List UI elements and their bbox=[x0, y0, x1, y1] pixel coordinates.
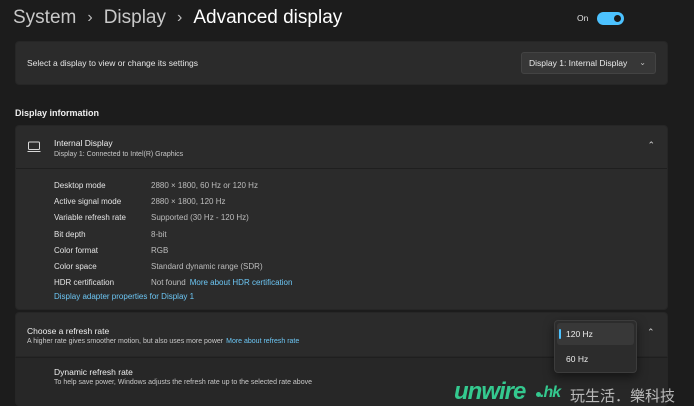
display-info-header[interactable]: Internal Display Display 1: Connected to… bbox=[16, 126, 667, 169]
prop-color-space: Color space Standard dynamic range (SDR) bbox=[54, 259, 292, 275]
prop-value: 2880 × 1800, 120 Hz bbox=[151, 197, 226, 207]
display-select-label: Select a display to view or change its s… bbox=[27, 58, 199, 68]
prop-key: HDR certification bbox=[54, 278, 115, 288]
monitor-icon bbox=[27, 141, 41, 152]
prop-active-signal-mode: Active signal mode 2880 × 1800, 120 Hz bbox=[54, 194, 292, 210]
prop-color-format: Color format RGB bbox=[54, 243, 292, 259]
prop-desktop-mode: Desktop mode 2880 × 1800, 60 Hz or 120 H… bbox=[54, 178, 292, 194]
display-info-card: Internal Display Display 1: Connected to… bbox=[15, 125, 668, 310]
refresh-rate-title: Choose a refresh rate bbox=[27, 326, 110, 336]
prop-hdr-certification: HDR certification Not found More about H… bbox=[54, 275, 292, 291]
page-title: Advanced display bbox=[193, 7, 343, 28]
adapter-properties-link[interactable]: Display adapter properties for Display 1 bbox=[54, 292, 194, 301]
toggle-knob bbox=[614, 15, 621, 22]
prop-key: Desktop mode bbox=[54, 181, 106, 190]
prop-key: Color space bbox=[54, 262, 97, 272]
prop-value: Standard dynamic range (SDR) bbox=[151, 262, 263, 272]
prop-value: RGB bbox=[151, 245, 169, 255]
dynamic-refresh-title: Dynamic refresh rate bbox=[54, 367, 133, 377]
refresh-option-label: 60 Hz bbox=[566, 354, 589, 364]
display-select-row: Select a display to view or change its s… bbox=[15, 41, 668, 85]
section-title: Display information bbox=[15, 108, 100, 118]
prop-value: Not found bbox=[151, 278, 186, 288]
prop-key: Bit depth bbox=[54, 229, 86, 239]
breadcrumb-system[interactable]: System bbox=[13, 7, 76, 29]
hdr-certification-link[interactable]: More about HDR certification bbox=[190, 275, 293, 291]
refresh-option-120[interactable]: 120 Hz bbox=[557, 323, 634, 345]
breadcrumb-separator: › bbox=[87, 9, 93, 26]
watermark: unwire .hk 玩生活．樂科技 bbox=[454, 378, 694, 406]
prop-value: Supported (30 Hz - 120 Hz) bbox=[151, 213, 249, 223]
chevron-up-icon[interactable]: ⌃ bbox=[647, 140, 655, 151]
prop-variable-refresh-rate: Variable refresh rate Supported (30 Hz -… bbox=[54, 210, 292, 226]
watermark-suffix: .hk bbox=[540, 384, 561, 401]
prop-bit-depth: Bit depth 8-bit bbox=[54, 227, 292, 243]
dynamic-refresh-desc: To help save power, Windows adjusts the … bbox=[54, 379, 312, 386]
prop-value: 2880 × 1800, 60 Hz or 120 Hz bbox=[151, 181, 258, 190]
watermark-logo: unwire bbox=[454, 378, 526, 405]
breadcrumb: System › Display › Advanced display bbox=[13, 3, 342, 33]
breadcrumb-separator: › bbox=[177, 9, 183, 26]
display-name: Internal Display bbox=[54, 138, 113, 148]
refresh-rate-desc-text: A higher rate gives smoother motion, but… bbox=[27, 338, 224, 345]
prop-key: Active signal mode bbox=[54, 197, 122, 207]
prop-key: Variable refresh rate bbox=[54, 213, 126, 223]
breadcrumb-display[interactable]: Display bbox=[104, 7, 166, 29]
watermark-text: 玩生活．樂科技 bbox=[570, 388, 676, 405]
selection-indicator bbox=[559, 329, 561, 339]
prop-value: 8-bit bbox=[151, 229, 167, 239]
chevron-down-icon: ⌄ bbox=[639, 58, 646, 67]
display-dropdown[interactable]: Display 1: Internal Display ⌄ bbox=[521, 52, 656, 74]
toggle-state-label: On bbox=[577, 13, 589, 23]
refresh-option-label: 120 Hz bbox=[566, 329, 593, 339]
refresh-option-60[interactable]: 60 Hz bbox=[557, 348, 634, 370]
refresh-rate-link[interactable]: More about refresh rate bbox=[226, 338, 299, 345]
display-properties: Desktop mode 2880 × 1800, 60 Hz or 120 H… bbox=[54, 178, 292, 291]
display-subtitle: Display 1: Connected to Intel(R) Graphic… bbox=[54, 151, 184, 158]
prop-key: Color format bbox=[54, 245, 99, 255]
chevron-up-icon[interactable]: ⌃ bbox=[647, 327, 655, 338]
display-dropdown-value: Display 1: Internal Display bbox=[529, 58, 628, 68]
refresh-rate-flyout: 120 Hz 60 Hz bbox=[554, 320, 637, 373]
dynamic-refresh-toggle[interactable] bbox=[597, 12, 624, 25]
refresh-rate-desc: A higher rate gives smoother motion, but… bbox=[27, 338, 299, 345]
